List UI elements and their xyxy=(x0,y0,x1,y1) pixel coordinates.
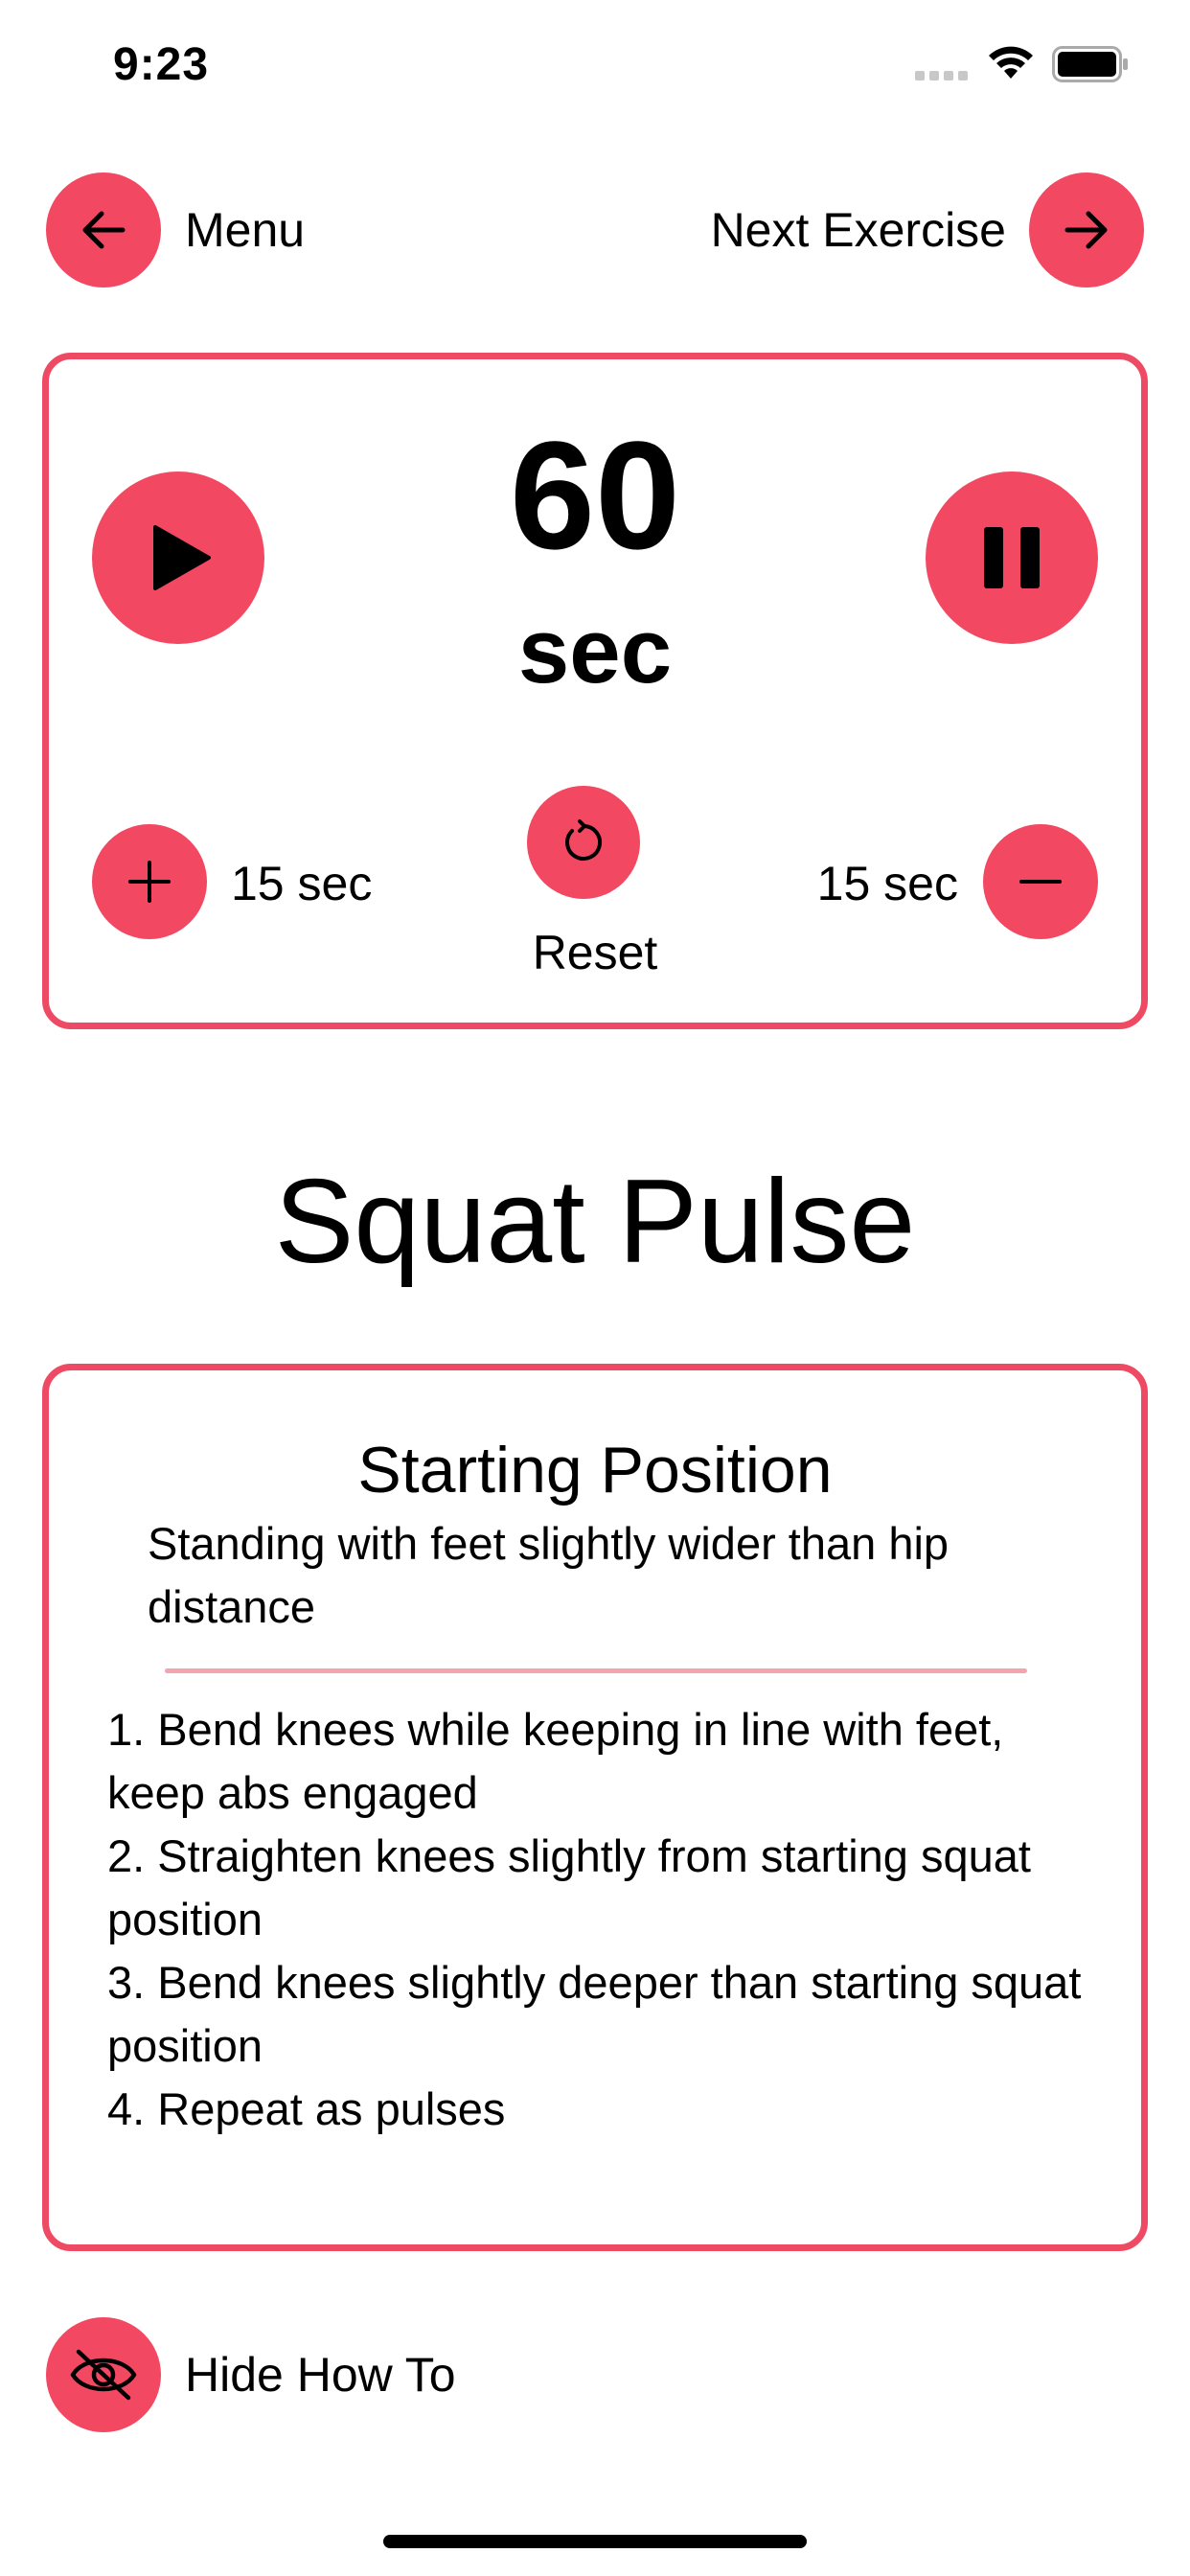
next-exercise-button[interactable] xyxy=(1029,172,1144,288)
next-exercise-label[interactable]: Next Exercise xyxy=(709,201,1006,259)
eye-slash-icon xyxy=(70,2349,137,2401)
hide-how-to-button[interactable] xyxy=(46,2317,161,2432)
list-item: 2. Straighten knees slightly from starti… xyxy=(107,1830,1031,1944)
arrow-right-icon xyxy=(1064,211,1108,249)
list-item: 3. Bend knees slightly deeper than start… xyxy=(107,1957,1082,2071)
divider xyxy=(165,1668,1027,1673)
exercise-title: Squat Pulse xyxy=(274,1156,916,1288)
hide-how-to-label[interactable]: Hide How To xyxy=(185,2346,456,2404)
menu-label[interactable]: Menu xyxy=(185,201,305,259)
pause-button[interactable] xyxy=(926,472,1098,644)
plus-icon xyxy=(128,861,171,903)
list-item: 1. Bend knees while keeping in line with… xyxy=(107,1704,1004,1818)
list-item: 4. Repeat as pulses xyxy=(107,2083,506,2134)
reset-label: Reset xyxy=(532,926,658,979)
status-time: 9:23 xyxy=(113,39,210,90)
subtract-time-button[interactable] xyxy=(983,824,1098,939)
battery-icon xyxy=(1052,46,1128,82)
starting-position-text: Standing with feet slightly wider than h… xyxy=(148,1518,950,1632)
wifi-icon xyxy=(989,46,1033,79)
reset-button[interactable] xyxy=(527,786,640,899)
starting-position-heading: Starting Position xyxy=(357,1434,833,1506)
add-time-label: 15 sec xyxy=(231,857,373,910)
arrow-left-icon xyxy=(82,211,126,249)
add-time-button[interactable] xyxy=(92,824,207,939)
steps-list: 1. Bend knees while keeping in line with… xyxy=(107,1698,1104,2141)
minus-icon xyxy=(1019,880,1062,884)
pause-icon xyxy=(984,527,1040,588)
home-indicator[interactable] xyxy=(383,2535,807,2548)
reset-icon xyxy=(565,819,603,861)
back-button[interactable] xyxy=(46,172,161,288)
subtract-time-label: 15 sec xyxy=(816,857,958,910)
cellular-signal-icon xyxy=(915,71,968,80)
